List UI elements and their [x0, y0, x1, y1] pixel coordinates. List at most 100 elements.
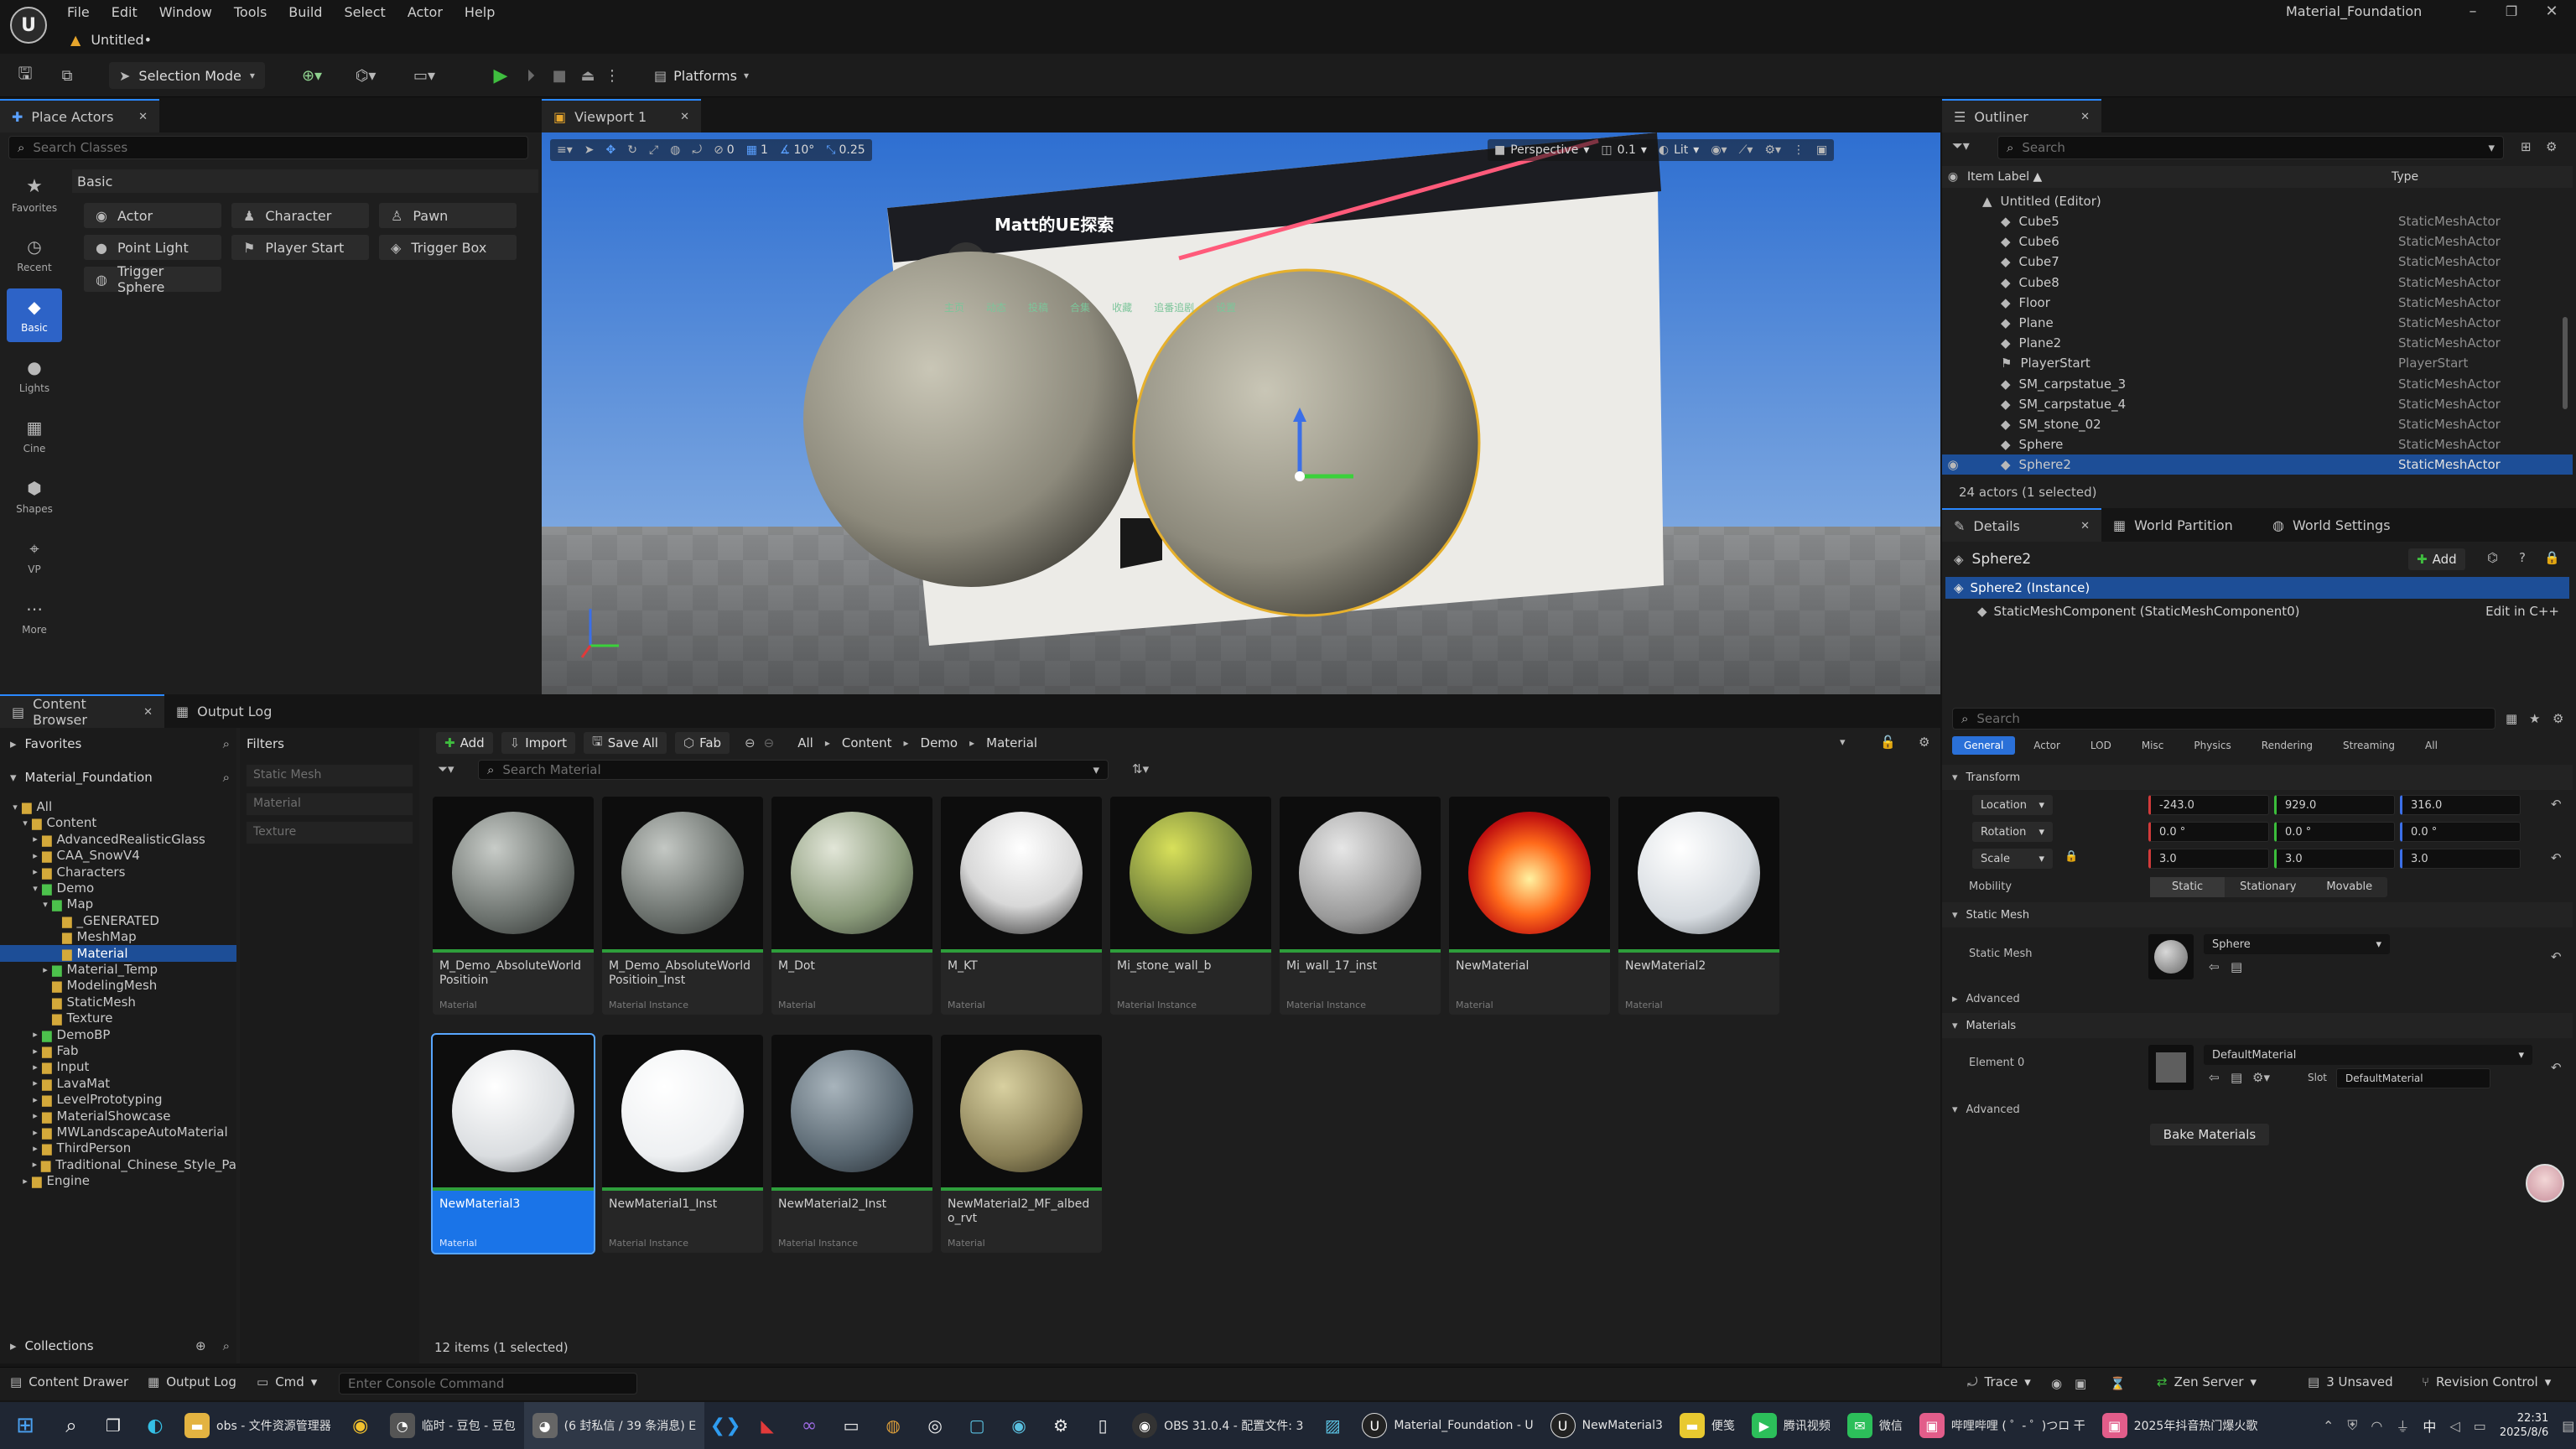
- category-rendering[interactable]: Rendering: [2250, 736, 2324, 755]
- search-icon[interactable]: ⌕: [223, 736, 230, 751]
- place-actors-search[interactable]: ⌕ Search Classes: [8, 136, 528, 159]
- vscode-icon[interactable]: ❮❯: [704, 1402, 746, 1449]
- cmd-dropdown[interactable]: ▭ Cmd ▾: [257, 1374, 317, 1389]
- actor-item-point-light[interactable]: ● Point Light: [84, 235, 221, 260]
- maximize-icon[interactable]: ❐: [2499, 0, 2524, 22]
- details-component-row[interactable]: ◆ StaticMeshComponent (StaticMeshCompone…: [1945, 600, 2569, 622]
- translate-snap[interactable]: ⊘ 0: [714, 143, 735, 157]
- col-type[interactable]: Type: [2392, 170, 2418, 184]
- record-icon[interactable]: ◉: [2051, 1376, 2062, 1391]
- taskbar-wechat[interactable]: ✉ 微信: [1839, 1402, 1911, 1449]
- filter-static-mesh[interactable]: Static Mesh: [247, 765, 413, 787]
- wifi-icon[interactable]: ◠: [2371, 1418, 2382, 1434]
- menu-tools[interactable]: Tools: [234, 4, 267, 20]
- folder-tree-item[interactable]: ▾ ▆ Map: [0, 896, 236, 912]
- search-icon[interactable]: ⌕: [223, 1338, 230, 1353]
- mobility-stationary[interactable]: Stationary: [2225, 877, 2311, 897]
- content-search[interactable]: ⌕ Search Material ▾: [478, 760, 1109, 780]
- notepad-icon[interactable]: ▯: [1082, 1402, 1124, 1449]
- folder-tree-item[interactable]: ▾ ▆ Content: [0, 814, 236, 831]
- platforms-button[interactable]: ▤ Platforms ▾: [654, 62, 749, 89]
- breadcrumb-item[interactable]: All: [797, 735, 813, 750]
- outliner-row[interactable]: ◆ Sphere StaticMeshActor: [1942, 434, 2573, 454]
- outliner-row[interactable]: ◆ Cube8 StaticMeshActor: [1942, 273, 2573, 293]
- folder-tree-item[interactable]: ▸ ▆ Fab: [0, 1042, 236, 1059]
- play-options-icon[interactable]: ⋮: [604, 62, 621, 89]
- outliner-row[interactable]: ⚑ PlayerStart PlayerStart: [1942, 353, 2573, 373]
- asset-tile[interactable]: Mi_stone_wall_b Material Instance: [1110, 797, 1271, 1015]
- folder-tree-item[interactable]: ▆ StaticMesh: [0, 994, 236, 1010]
- collections-header[interactable]: ▸ Collections ⊕ ⌕: [10, 1335, 230, 1357]
- network-icon[interactable]: ▭: [2474, 1418, 2486, 1434]
- lock-icon[interactable]: 🔒: [2544, 550, 2560, 565]
- expand-arrow-icon[interactable]: ▸: [20, 1176, 30, 1187]
- photos-icon[interactable]: ▨: [1311, 1402, 1353, 1449]
- sidebar-item-recent[interactable]: ◷ Recent: [7, 228, 62, 282]
- location-x-field[interactable]: -243.0: [2148, 795, 2269, 815]
- actor-item-pawn[interactable]: ♙ Pawn: [379, 203, 517, 228]
- reset-arrow-icon[interactable]: ↶: [2551, 850, 2562, 865]
- chrome-icon[interactable]: ◉: [340, 1402, 382, 1449]
- blueprint-icon[interactable]: ⌬▾: [347, 64, 384, 87]
- location-z-field[interactable]: 316.0: [2400, 795, 2521, 815]
- category-all[interactable]: All: [2413, 736, 2449, 755]
- location-dropdown[interactable]: Location ▾: [1972, 795, 2053, 815]
- details-search[interactable]: ⌕ Search: [1952, 708, 2496, 730]
- search-icon[interactable]: ⌕: [50, 1402, 92, 1449]
- category-actor[interactable]: Actor: [2022, 736, 2072, 755]
- world-icon[interactable]: ◍: [670, 143, 680, 157]
- mobility-movable[interactable]: Movable: [2311, 877, 2387, 897]
- expand-arrow-icon[interactable]: ▸: [30, 850, 40, 861]
- tray-chevron-icon[interactable]: ⌃: [2323, 1418, 2334, 1434]
- folder-tree-item[interactable]: ▆ ModelingMesh: [0, 977, 236, 994]
- outliner-root[interactable]: ▲ Untitled (Editor): [1942, 191, 2573, 211]
- taskbar-notes[interactable]: ▬ 便笺: [1671, 1402, 1743, 1449]
- expand-arrow-icon[interactable]: ▸: [40, 964, 50, 975]
- close-tab-icon[interactable]: ✕: [2080, 520, 2090, 532]
- rotation-z-field[interactable]: 0.0 °: [2400, 822, 2521, 842]
- breadcrumb-item[interactable]: Material: [986, 735, 1037, 750]
- outliner-row[interactable]: ◆ Plane2 StaticMeshActor: [1942, 333, 2573, 353]
- browse-icon[interactable]: ▤: [2231, 959, 2242, 974]
- materials-section-header[interactable]: ▾ Materials: [1942, 1013, 2573, 1038]
- windows-start-icon[interactable]: ⊞: [0, 1402, 50, 1449]
- layout-icon[interactable]: ▣: [1816, 143, 1827, 157]
- asset-tile[interactable]: M_KT Material: [941, 797, 1102, 1015]
- task-view-icon[interactable]: ❐: [92, 1402, 134, 1449]
- tab-viewport[interactable]: ▣ Viewport 1 ✕: [542, 99, 701, 132]
- scale-snap[interactable]: ⤡ 0.25: [826, 143, 865, 157]
- menu-window[interactable]: Window: [159, 4, 212, 20]
- sort-icon[interactable]: ⇅▾: [1132, 761, 1149, 776]
- tab-details[interactable]: ✎ Details ✕: [1942, 508, 2101, 542]
- realtime-icon[interactable]: ⟋▾: [1739, 143, 1753, 157]
- asset-tile[interactable]: M_Dot Material: [771, 797, 932, 1015]
- surface-snap-icon[interactable]: ⤾: [692, 143, 702, 157]
- close-tab-icon[interactable]: ✕: [143, 706, 153, 719]
- blueprint-icon[interactable]: ⌬: [2487, 550, 2498, 565]
- revision-control-button[interactable]: ⑂ Revision Control ▾: [2422, 1374, 2551, 1389]
- play-step-icon[interactable]: ⏵: [518, 62, 543, 89]
- folder-tree-item[interactable]: ▸ ▆ Material_Temp: [0, 961, 236, 978]
- sidebar-item-more[interactable]: ⋯ More: [7, 590, 62, 644]
- category-general[interactable]: General: [1952, 736, 2016, 755]
- close-tab-icon[interactable]: ✕: [680, 111, 689, 123]
- filter-icon[interactable]: ⏷▾: [438, 761, 454, 776]
- advanced-toggle[interactable]: ▸ Advanced: [1952, 989, 2020, 1008]
- asset-tile[interactable]: NewMaterial2_Inst Material Instance: [771, 1035, 932, 1253]
- taskbar-doubao[interactable]: ◔ 临时 - 豆包 - 豆包: [382, 1402, 524, 1449]
- folder-tree-item[interactable]: ▸ ▆ Engine: [0, 1172, 236, 1189]
- app4-icon[interactable]: ◉: [998, 1402, 1040, 1449]
- folder-tree-item[interactable]: ▸ ▆ Input: [0, 1058, 236, 1075]
- expand-arrow-icon[interactable]: ▸: [30, 1143, 40, 1154]
- folder-tree-item[interactable]: ▆ MeshMap: [0, 928, 236, 945]
- taskbar-douyin[interactable]: ▣ 2025年抖音热门爆火歌: [2094, 1402, 2267, 1449]
- level-tab[interactable]: ▲ Untitled•: [70, 29, 152, 50]
- menu-help[interactable]: Help: [465, 4, 495, 20]
- scale-y-field[interactable]: 3.0: [2274, 849, 2395, 869]
- breadcrumb-item[interactable]: Content: [842, 735, 892, 750]
- console-input[interactable]: Enter Console Command: [339, 1373, 637, 1394]
- outliner-row[interactable]: ◆ Cube6 StaticMeshActor: [1942, 231, 2573, 252]
- asset-tile[interactable]: NewMaterial Material: [1449, 797, 1610, 1015]
- screenshot-icon[interactable]: ▣: [2075, 1376, 2086, 1391]
- visual-studio-icon[interactable]: ∞: [788, 1402, 830, 1449]
